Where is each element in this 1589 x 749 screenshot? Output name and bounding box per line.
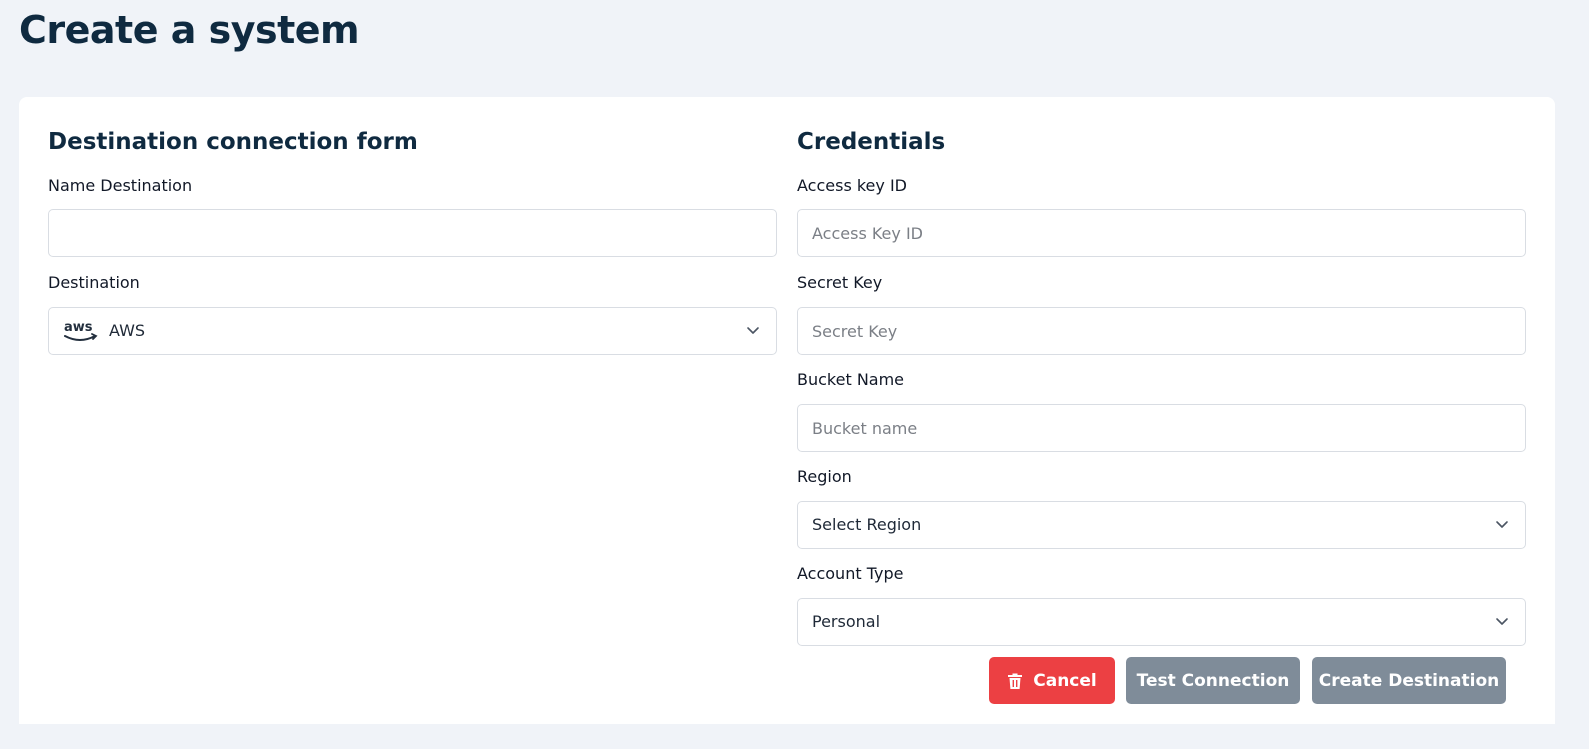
- name-destination-label: Name Destination: [48, 176, 193, 195]
- test-connection-button[interactable]: Test Connection: [1126, 657, 1300, 704]
- cancel-button-label: Cancel: [1033, 670, 1097, 691]
- create-destination-button[interactable]: Create Destination: [1312, 657, 1506, 704]
- destination-label: Destination: [48, 273, 140, 292]
- destination-select[interactable]: aws AWS: [48, 307, 777, 355]
- test-connection-button-label: Test Connection: [1136, 670, 1290, 691]
- region-select-value: Select Region: [812, 515, 922, 534]
- bucket-name-label: Bucket Name: [797, 370, 905, 389]
- cancel-button[interactable]: Cancel: [989, 657, 1115, 704]
- chevron-down-icon: [1496, 618, 1508, 625]
- chevron-down-icon: [1496, 521, 1508, 528]
- account-type-label: Account Type: [797, 564, 904, 583]
- chevron-down-icon: [747, 327, 759, 334]
- bucket-name-input[interactable]: [797, 404, 1526, 452]
- page-title: Create a system: [19, 8, 360, 52]
- section-title-credentials: Credentials: [797, 129, 946, 155]
- destination-select-value: AWS: [109, 321, 146, 340]
- secret-key-label: Secret Key: [797, 273, 883, 292]
- region-label: Region: [797, 467, 852, 486]
- secret-key-input[interactable]: [797, 307, 1526, 355]
- section-title-destination: Destination connection form: [48, 129, 418, 155]
- form-card: Destination connection form Name Destina…: [19, 97, 1555, 724]
- trash-icon: [1008, 673, 1023, 689]
- aws-logo-icon: aws: [64, 320, 98, 341]
- account-type-select[interactable]: Personal: [797, 598, 1526, 646]
- create-destination-button-label: Create Destination: [1318, 670, 1500, 691]
- region-select[interactable]: Select Region: [797, 501, 1526, 549]
- access-key-label: Access key ID: [797, 176, 907, 195]
- svg-text:aws: aws: [64, 320, 93, 335]
- name-destination-input[interactable]: [48, 209, 777, 257]
- access-key-input[interactable]: [797, 209, 1526, 257]
- account-type-select-value: Personal: [812, 612, 881, 631]
